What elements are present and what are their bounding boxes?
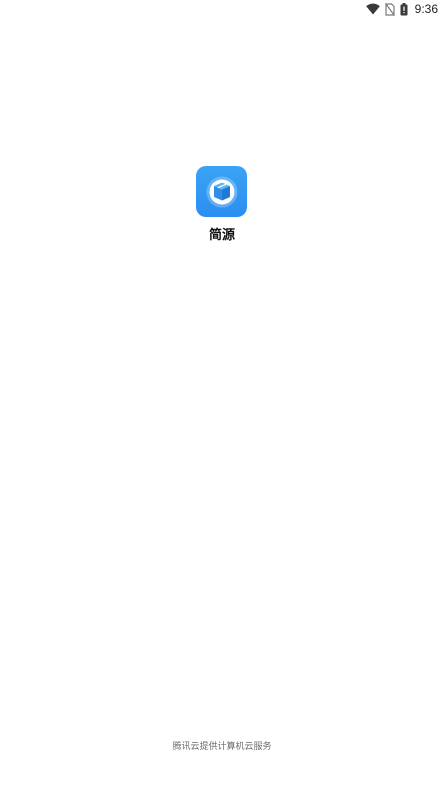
app-name: 简源 [208, 228, 235, 243]
app-icon [196, 166, 247, 217]
footer-credit: 腾讯云提供计算机云服务 [172, 742, 272, 752]
cube-box-icon [206, 176, 237, 207]
battery-icon [400, 2, 408, 16]
wifi-icon [365, 3, 380, 15]
status-time: 9:36 [414, 2, 438, 16]
status-icons: 9:36 [365, 1, 438, 17]
status-bar: 9:36 [0, 0, 444, 18]
no-sim-icon [384, 2, 395, 16]
